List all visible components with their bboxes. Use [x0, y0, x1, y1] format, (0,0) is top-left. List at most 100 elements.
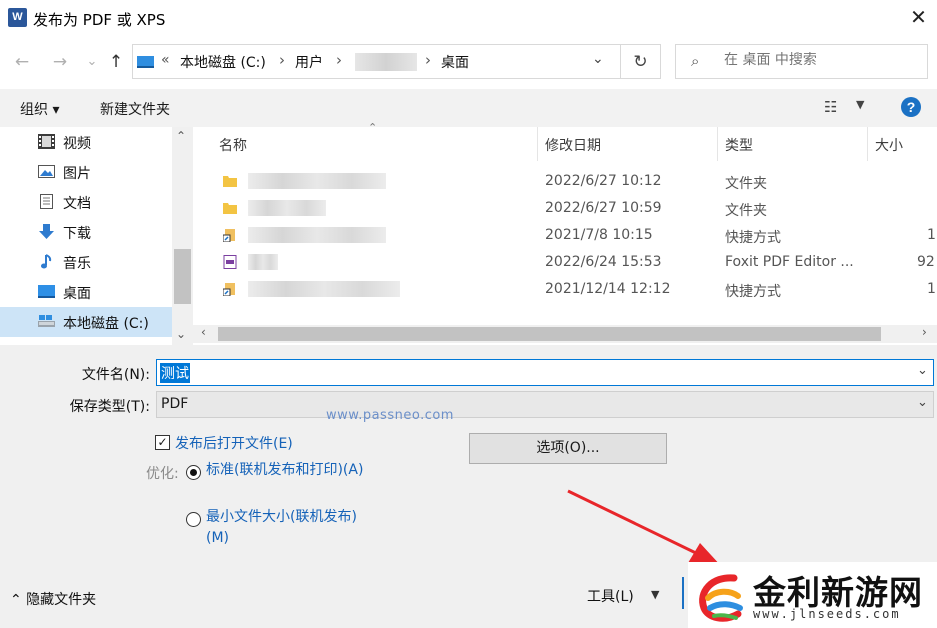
help-icon[interactable]: ?	[901, 97, 921, 117]
file-type: 文件夹	[725, 176, 767, 192]
column-header-type[interactable]: 类型	[725, 135, 753, 155]
table-row[interactable]: 2021/12/14 12:12 快捷方式 1	[193, 276, 937, 303]
file-size: 92	[917, 254, 935, 270]
radio-minimum-label[interactable]: 最小文件大小(联机发布)(M)	[206, 507, 366, 549]
sidebar-item-label: 文档	[63, 196, 91, 212]
close-button[interactable]: ✕	[900, 0, 937, 36]
column-header-name[interactable]: 名称	[219, 135, 247, 155]
sidebar-scroll-thumb[interactable]	[174, 249, 191, 304]
radio-selected-dot	[190, 469, 197, 476]
column-header-date[interactable]: 修改日期	[545, 135, 601, 155]
scroll-right-icon[interactable]: ›	[922, 325, 927, 339]
sidebar-item-label: 下载	[63, 226, 91, 242]
navigation-pane: 视频 图片 文档 下载 音乐 桌面 本地磁盘 (C:) ⌃ ⌄	[0, 127, 193, 345]
table-row[interactable]: 2022/6/27 10:59 文件夹	[193, 195, 937, 222]
breadcrumb-arrow-icon[interactable]: ›	[336, 51, 342, 69]
breadcrumb-users[interactable]: 用户	[295, 52, 323, 72]
shortcut-icon	[223, 283, 235, 296]
organize-button[interactable]: 组织 ▾	[20, 99, 59, 119]
pdf-icon	[223, 255, 237, 269]
breadcrumb-arrow-icon[interactable]: ›	[425, 51, 431, 69]
downloads-icon	[39, 224, 54, 239]
site-logo: 金利新游网 www.jlnseeds.com	[688, 562, 937, 628]
optimize-label: 优化:	[146, 466, 179, 482]
new-folder-button[interactable]: 新建文件夹	[100, 99, 170, 119]
scroll-down-icon[interactable]: ⌄	[176, 327, 186, 341]
table-row[interactable]: 2022/6/27 10:12 文件夹	[193, 168, 937, 195]
forward-arrow-icon[interactable]: →	[46, 48, 74, 76]
search-icon: ⌕	[691, 52, 700, 70]
column-divider[interactable]	[867, 127, 868, 161]
file-date: 2021/7/8 10:15	[545, 227, 653, 243]
file-date: 2022/6/27 10:12	[545, 173, 662, 189]
file-name-redacted	[248, 173, 386, 189]
sidebar-item-music[interactable]: 音乐	[0, 247, 172, 277]
column-divider[interactable]	[717, 127, 718, 161]
search-box[interactable]: ⌕	[675, 44, 928, 79]
scroll-up-icon[interactable]: ⌃	[176, 129, 186, 143]
sidebar-item-videos[interactable]: 视频	[0, 127, 172, 157]
filetype-select[interactable]: PDF ⌄	[156, 391, 934, 418]
address-bar[interactable]: « 本地磁盘 (C:) › 用户 › › 桌面 ⌄	[132, 44, 621, 79]
chevron-down-icon[interactable]: ⌄	[592, 51, 604, 67]
music-icon	[41, 254, 52, 269]
address-overflow-icon[interactable]: «	[161, 52, 170, 68]
sidebar-item-pictures[interactable]: 图片	[0, 157, 172, 187]
shortcut-icon	[223, 229, 235, 242]
open-after-publish-label[interactable]: 发布后打开文件(E)	[175, 433, 293, 453]
table-row[interactable]: 2022/6/24 15:53 Foxit PDF Editor ... 92	[193, 249, 937, 276]
documents-icon	[40, 194, 53, 209]
file-list: 名称 ⌃ 修改日期 类型 大小 2022/6/27 10:12 文件夹 2022…	[193, 121, 937, 345]
sidebar-item-desktop[interactable]: 桌面	[0, 277, 172, 307]
publish-dialog: W 发布为 PDF 或 XPS ✕ ← → ⌄ ↑ « 本地磁盘 (C:) › …	[0, 0, 937, 628]
desktop-icon	[38, 285, 55, 298]
sidebar-item-label: 图片	[63, 166, 91, 182]
radio-minimum[interactable]	[186, 512, 201, 527]
file-name-redacted	[248, 227, 386, 243]
view-options-icon[interactable]: ☷	[824, 98, 837, 116]
folder-icon	[223, 176, 237, 187]
toolbar: 组织 ▾ 新建文件夹 ☷ ▼ ?	[0, 89, 937, 127]
filetype-label: 保存类型(T):	[69, 399, 150, 415]
scroll-left-icon[interactable]: ‹	[201, 325, 206, 339]
search-input[interactable]	[724, 52, 914, 68]
table-row[interactable]: 2021/7/8 10:15 快捷方式 1	[193, 222, 937, 249]
sidebar-item-downloads[interactable]: 下载	[0, 217, 172, 247]
up-arrow-icon[interactable]: ↑	[102, 48, 130, 76]
file-size: 1	[927, 227, 936, 243]
file-name-redacted	[248, 200, 326, 216]
filename-field[interactable]: 测试 ⌄	[156, 359, 934, 386]
breadcrumb-arrow-icon[interactable]: ›	[279, 51, 285, 69]
file-name-redacted	[248, 254, 278, 270]
column-divider[interactable]	[537, 127, 538, 161]
chevron-down-icon[interactable]: ⌄	[917, 363, 928, 378]
view-dropdown-icon[interactable]: ▼	[856, 98, 864, 111]
sidebar-item-local-disk[interactable]: 本地磁盘 (C:)	[0, 307, 172, 337]
filename-value[interactable]: 测试	[160, 363, 190, 383]
video-icon	[38, 134, 55, 149]
breadcrumb-drive[interactable]: 本地磁盘 (C:)	[180, 52, 266, 72]
tools-dropdown-icon[interactable]: ▼	[651, 588, 659, 601]
sort-ascending-icon: ⌃	[368, 121, 378, 134]
back-arrow-icon[interactable]: ←	[8, 48, 36, 76]
word-app-icon: W	[8, 8, 27, 27]
sidebar-item-label: 视频	[63, 136, 91, 152]
refresh-icon[interactable]: ↻	[621, 44, 661, 79]
chevron-down-icon[interactable]: ⌄	[917, 395, 928, 410]
sidebar-scrollbar[interactable]: ⌃ ⌄	[172, 127, 193, 345]
open-after-publish-checkbox[interactable]: ✓	[155, 435, 170, 450]
sidebar-item-documents[interactable]: 文档	[0, 187, 172, 217]
radio-standard[interactable]	[186, 465, 201, 480]
breadcrumb-username-redacted[interactable]	[355, 53, 417, 71]
horizontal-scrollbar[interactable]: ‹ ›	[193, 325, 937, 343]
title-bar: W 发布为 PDF 或 XPS ✕	[0, 0, 937, 36]
radio-standard-label[interactable]: 标准(联机发布和打印)(A)	[206, 460, 366, 481]
file-date: 2022/6/24 15:53	[545, 254, 662, 270]
breadcrumb-desktop[interactable]: 桌面	[441, 52, 469, 72]
column-header-size[interactable]: 大小	[875, 135, 903, 155]
options-button[interactable]: 选项(O)...	[469, 433, 667, 464]
tools-button[interactable]: 工具(L)	[587, 586, 634, 606]
horizontal-scroll-thumb[interactable]	[218, 327, 881, 341]
hide-folders-button[interactable]: ⌃ 隐藏文件夹	[10, 589, 96, 609]
file-type: 文件夹	[725, 203, 767, 219]
